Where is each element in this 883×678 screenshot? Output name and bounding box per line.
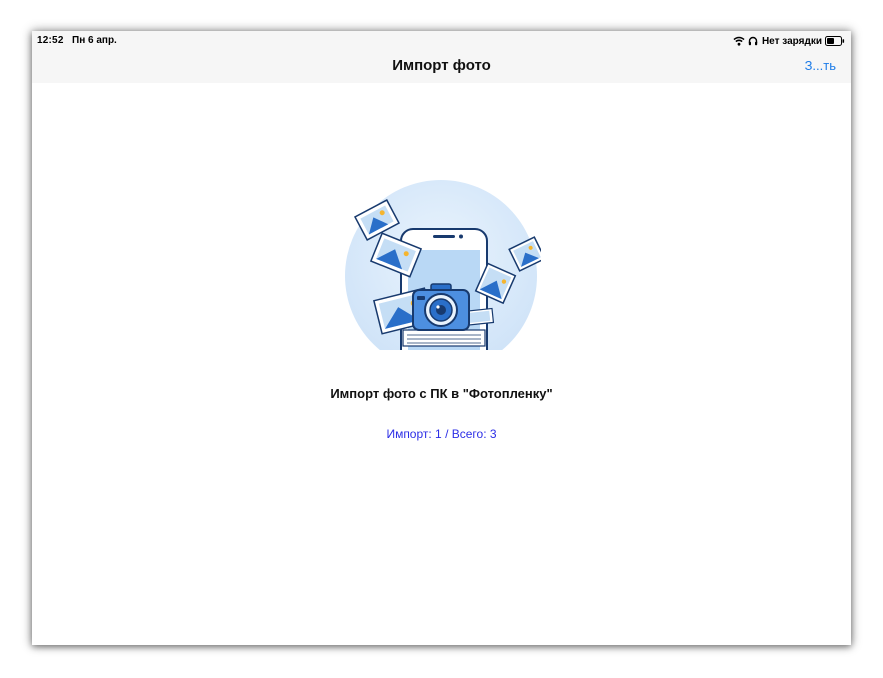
status-indicators: Нет зарядки [733, 34, 845, 48]
wifi-icon [733, 36, 745, 46]
page-title: Импорт фото [392, 57, 491, 74]
headphones-icon [748, 36, 758, 46]
import-progress-text: Импорт: 1 / Всего: 3 [386, 427, 497, 441]
battery-icon [825, 36, 845, 46]
main-content: Импорт фото с ПК в "Фотопленку" Импорт: … [32, 83, 851, 645]
ipad-screen: 12:52 Пн 6 апр. Нет зарядки Импорт фото … [32, 31, 851, 645]
status-bar: 12:52 Пн 6 апр. Нет зарядки [32, 31, 851, 51]
phone-camera-photos-illustration [341, 180, 546, 372]
import-caption: Импорт фото с ПК в "Фотопленку" [330, 386, 553, 401]
charging-status: Нет зарядки [761, 35, 822, 47]
status-date: Пн 6 апр. [72, 35, 117, 46]
status-time: 12:52 [37, 35, 64, 46]
navigation-bar: Импорт фото З...ть [32, 51, 851, 83]
close-button[interactable]: З...ть [805, 58, 836, 73]
